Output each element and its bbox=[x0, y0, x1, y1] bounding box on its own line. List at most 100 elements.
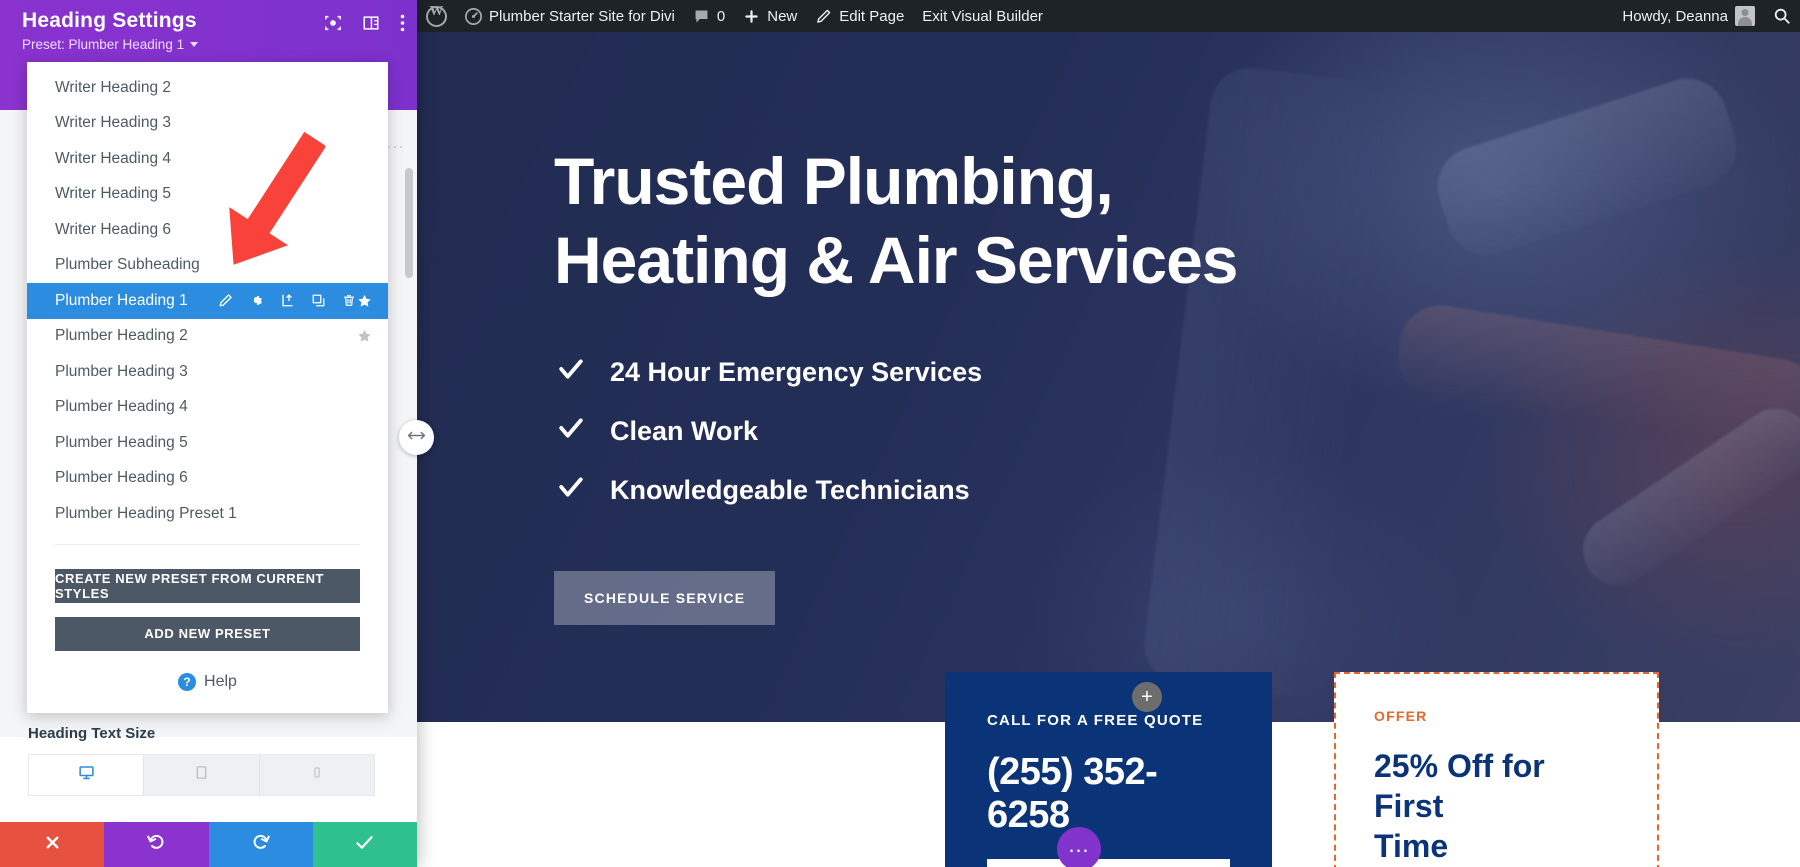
preset-item[interactable]: Writer Heading 5 bbox=[27, 177, 388, 213]
rename-pencil-icon[interactable] bbox=[218, 293, 233, 308]
help-link[interactable]: ? Help bbox=[27, 651, 388, 713]
phone-tab[interactable] bbox=[260, 755, 374, 795]
save-check-icon bbox=[354, 832, 375, 858]
preset-item[interactable]: Plumber Heading Preset 1 bbox=[27, 496, 388, 532]
panel-resize-handle[interactable] bbox=[399, 420, 434, 455]
quote-card-phone[interactable]: (255) 352-6258 bbox=[987, 751, 1230, 837]
comment-bubble-icon bbox=[693, 8, 710, 25]
preset-item-label: Plumber Heading 6 bbox=[55, 469, 188, 487]
preset-item[interactable]: Plumber Heading 1 bbox=[27, 283, 388, 319]
preset-item[interactable]: Plumber Heading 3 bbox=[27, 354, 388, 390]
redo-icon bbox=[251, 832, 271, 857]
hero-title-line-2: Heating & Air Services bbox=[554, 223, 1239, 298]
vertical-dots-icon[interactable] bbox=[400, 14, 405, 37]
preset-item[interactable]: Plumber Heading 6 bbox=[27, 461, 388, 497]
ellipsis-icon[interactable]: … bbox=[1057, 827, 1101, 867]
preset-row-actions bbox=[218, 293, 356, 308]
offer-card-title: 25% Off for First Time bbox=[1374, 746, 1619, 866]
add-row-button[interactable]: + bbox=[1132, 682, 1162, 712]
preset-dropdown: Writer Heading 2 Writer Heading 3 Writer H… bbox=[27, 62, 388, 713]
call-for-quote-card: CALL FOR A FREE QUOTE (255) 352-6258 ONL… bbox=[945, 672, 1272, 867]
pencil-icon bbox=[815, 8, 832, 25]
question-mark-icon: ? bbox=[178, 672, 197, 691]
hero-bullet-list: 24 Hour Emergency Services Clean Work Kn… bbox=[554, 356, 1454, 507]
desktop-icon bbox=[78, 764, 95, 786]
preset-item[interactable]: Writer Heading 2 bbox=[27, 70, 388, 106]
chevron-down-icon bbox=[190, 42, 199, 47]
panel-scrollbar[interactable] bbox=[405, 168, 413, 278]
settings-gear-icon[interactable] bbox=[249, 293, 264, 308]
online-quote-form-button[interactable]: ONLINE QUOTE FORM bbox=[987, 859, 1230, 867]
add-new-preset-button[interactable]: ADD NEW PRESET bbox=[55, 616, 360, 651]
comments-menu[interactable]: 0 bbox=[684, 0, 734, 32]
tablet-tab[interactable] bbox=[144, 755, 260, 795]
preset-item-label: Plumber Heading 4 bbox=[55, 398, 188, 416]
schedule-service-button[interactable]: SCHEDULE SERVICE bbox=[554, 571, 776, 626]
checkmark-icon bbox=[554, 415, 588, 448]
phone-icon bbox=[311, 764, 323, 786]
preset-item-label: Plumber Heading 1 bbox=[55, 291, 188, 309]
save-button[interactable] bbox=[312, 822, 417, 867]
preset-selector-label: Preset: Plumber Heading 1 bbox=[22, 37, 185, 52]
hero-title-line-1: Trusted Plumbing, bbox=[554, 144, 1114, 218]
edit-page-label: Edit Page bbox=[839, 7, 905, 25]
hero-bullet-label: Knowledgeable Technicians bbox=[610, 475, 970, 506]
hero-bullet-item: Clean Work bbox=[554, 415, 1454, 448]
redo-button[interactable] bbox=[208, 822, 313, 867]
delete-trash-icon[interactable] bbox=[342, 293, 356, 308]
preset-item-label: Writer Heading 5 bbox=[55, 185, 172, 203]
panel-header-icons bbox=[324, 14, 405, 37]
star-icon[interactable] bbox=[357, 293, 372, 308]
new-content-menu[interactable]: New bbox=[734, 0, 806, 32]
account-menu[interactable]: Howdy, Deanna bbox=[1613, 0, 1764, 32]
hero-content: Trusted Plumbing, Heating & Air Services… bbox=[554, 142, 1454, 626]
star-icon[interactable] bbox=[357, 329, 372, 344]
offer-title-line-2: Time bbox=[1374, 828, 1449, 864]
preset-item-label: Plumber Heading 5 bbox=[55, 433, 188, 451]
edit-page-link[interactable]: Edit Page bbox=[806, 0, 913, 32]
preset-item[interactable]: Writer Heading 6 bbox=[27, 212, 388, 248]
desktop-tab[interactable] bbox=[29, 755, 145, 795]
preset-item-label: Writer Heading 4 bbox=[55, 149, 172, 167]
checkmark-icon bbox=[554, 356, 588, 389]
help-label: Help bbox=[204, 672, 237, 690]
howdy-label: Howdy, Deanna bbox=[1622, 7, 1728, 25]
preset-item[interactable]: Plumber Heading 2 bbox=[27, 319, 388, 355]
preset-item[interactable]: Plumber Heading 5 bbox=[27, 425, 388, 461]
module-vertical-dots-icon[interactable]: ⋮ bbox=[385, 138, 405, 156]
focus-target-icon[interactable] bbox=[324, 14, 342, 37]
offer-card: OFFER 25% Off for First Time bbox=[1334, 672, 1659, 867]
preset-item[interactable]: Plumber Heading 4 bbox=[27, 390, 388, 426]
panel-header: Heading Settings Preset: Plumber Heading… bbox=[0, 0, 417, 70]
hero-bullet-label: 24 Hour Emergency Services bbox=[610, 357, 983, 388]
export-upload-icon[interactable] bbox=[280, 293, 295, 308]
tablet-icon bbox=[194, 764, 209, 786]
duplicate-icon[interactable] bbox=[311, 293, 326, 308]
site-name-menu[interactable]: Plumber Starter Site for Divi bbox=[456, 0, 684, 32]
wordpress-logo-menu[interactable] bbox=[417, 0, 456, 32]
preset-item[interactable]: Writer Heading 3 bbox=[27, 106, 388, 142]
preset-item-label: Plumber Subheading bbox=[55, 256, 200, 274]
hero-bullet-item: Knowledgeable Technicians bbox=[554, 474, 1454, 507]
search-button[interactable] bbox=[1764, 0, 1800, 32]
create-new-preset-button[interactable]: CREATE NEW PRESET FROM CURRENT STYLES bbox=[55, 568, 360, 603]
exit-visual-builder-link[interactable]: Exit Visual Builder bbox=[913, 0, 1052, 32]
divider bbox=[55, 543, 360, 545]
preset-item[interactable]: Writer Heading 4 bbox=[27, 141, 388, 177]
horizontal-resize-icon bbox=[407, 429, 426, 447]
layout-columns-icon[interactable] bbox=[362, 14, 380, 37]
new-label: New bbox=[767, 7, 798, 25]
hero-bullet-label: Clean Work bbox=[610, 416, 759, 447]
hero-section: Trusted Plumbing, Heating & Air Services… bbox=[417, 32, 1800, 722]
cancel-button[interactable] bbox=[0, 822, 105, 867]
preset-item-label: Plumber Heading 2 bbox=[55, 327, 188, 345]
hero-bullet-item: 24 Hour Emergency Services bbox=[554, 356, 1454, 389]
site-name-label: Plumber Starter Site for Divi bbox=[489, 7, 675, 25]
dashboard-icon bbox=[465, 7, 482, 25]
checkmark-icon bbox=[554, 474, 588, 507]
preset-list: Writer Heading 2 Writer Heading 3 Writer H… bbox=[27, 70, 388, 532]
preset-selector[interactable]: Preset: Plumber Heading 1 bbox=[22, 37, 199, 52]
preset-item-label: Plumber Heading 3 bbox=[55, 362, 188, 380]
undo-button[interactable] bbox=[104, 822, 209, 867]
preset-item[interactable]: Plumber Subheading bbox=[27, 248, 388, 284]
